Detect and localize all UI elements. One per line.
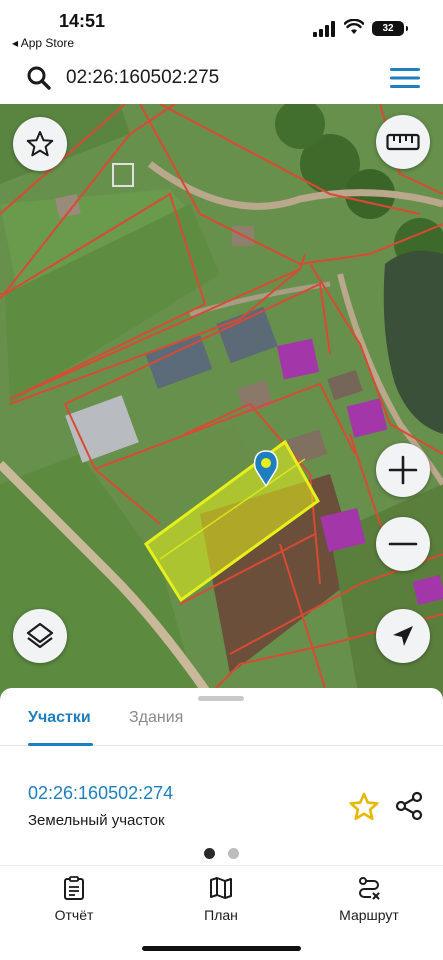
cadastral-search-input[interactable] — [66, 64, 366, 92]
page-dot[interactable] — [228, 848, 239, 859]
tab-parcels[interactable]: Участки — [28, 708, 93, 746]
zoom-out-button[interactable] — [376, 517, 430, 571]
navigation-arrow-icon — [393, 626, 413, 646]
favorites-button[interactable] — [13, 117, 67, 171]
sheet-grabber[interactable] — [198, 696, 244, 701]
share-icon[interactable] — [393, 790, 425, 822]
add-favorite-star-icon[interactable] — [348, 791, 380, 823]
map-plan-icon — [210, 877, 232, 899]
nav-plan-label: План — [204, 907, 238, 923]
home-indicator[interactable] — [142, 946, 301, 951]
parcel-number-link[interactable]: 02:26:160502:274 — [28, 783, 173, 804]
layers-icon — [26, 622, 54, 649]
results-tabs: Участки Здания — [0, 708, 443, 746]
battery-indicator: 32 — [372, 21, 408, 36]
nav-route-label: Маршрут — [339, 907, 399, 923]
nav-plan[interactable]: План — [166, 876, 276, 923]
plus-icon — [388, 455, 418, 485]
status-time: 14:51 — [59, 11, 106, 31]
nav-report[interactable]: Отчёт — [19, 876, 129, 923]
route-icon — [359, 877, 380, 900]
minus-icon — [388, 542, 418, 546]
page-indicator — [204, 848, 244, 860]
layers-button[interactable] — [13, 609, 67, 663]
star-icon — [26, 131, 54, 157]
back-to-app-store-link[interactable]: ◂ App Store — [12, 36, 74, 50]
report-clipboard-icon — [64, 876, 84, 900]
my-location-button[interactable] — [376, 609, 430, 663]
zoom-in-button[interactable] — [376, 443, 430, 497]
wifi-icon — [344, 19, 364, 34]
search-bar — [6, 56, 437, 100]
page-dot-active[interactable] — [204, 848, 215, 859]
hamburger-menu-icon[interactable] — [389, 67, 421, 89]
map-canvas[interactable] — [0, 104, 443, 704]
parcel-type-label: Земельный участок — [28, 812, 165, 829]
satellite-map[interactable] — [0, 104, 443, 704]
search-icon[interactable] — [26, 65, 52, 91]
ruler-button[interactable] — [376, 115, 430, 169]
nav-route[interactable]: Маршрут — [314, 876, 424, 923]
nav-report-label: Отчёт — [54, 907, 94, 923]
ruler-icon — [386, 133, 420, 151]
cellular-signal-icon — [313, 21, 335, 37]
tab-buildings[interactable]: Здания — [129, 708, 183, 746]
status-bar: 14:51 ◂ App Store 32 — [0, 0, 443, 54]
